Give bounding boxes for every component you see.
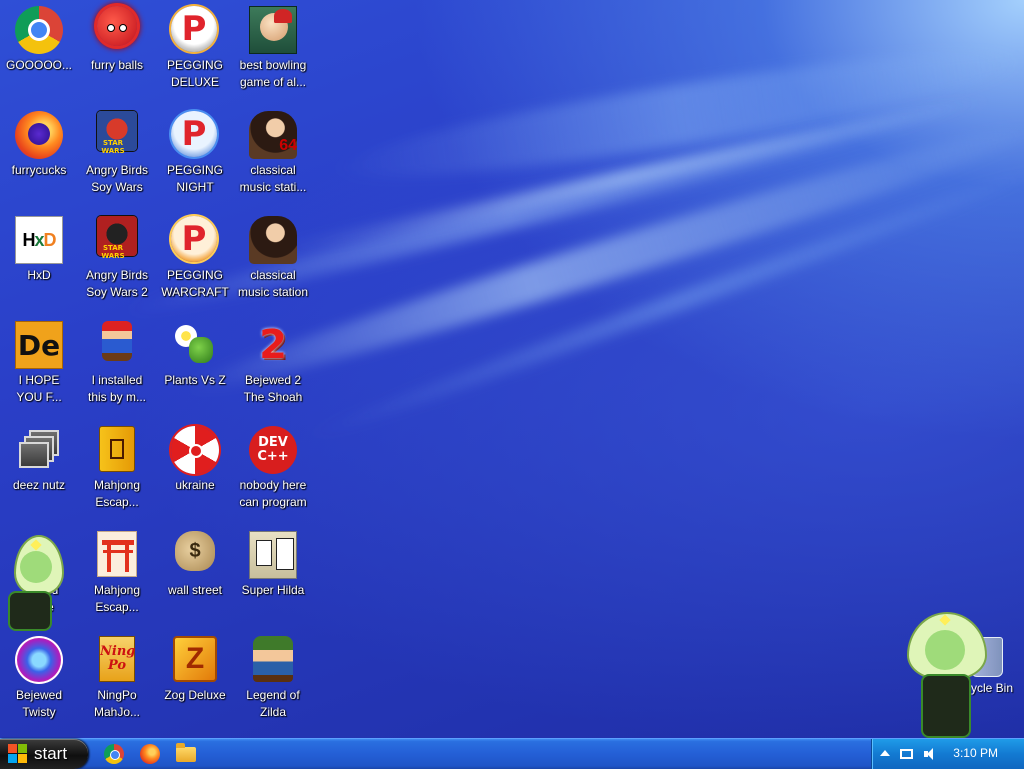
desktop-icon-i-hope[interactable]: De I HOPE YOU F... bbox=[0, 315, 78, 406]
desktop-icon-angry-birds-2[interactable]: STAR WARS Angry Birds Soy Wars 2 bbox=[78, 210, 156, 301]
desktop-icon-label: NingPo MahJo... bbox=[93, 688, 141, 719]
radiation-icon bbox=[171, 426, 219, 474]
desktop-icon-label: nobody here can program bbox=[239, 478, 307, 509]
desktop-icon-label: Angry Birds Soy Wars 2 bbox=[85, 268, 149, 299]
ningpo-icon: Ning Po bbox=[93, 636, 141, 684]
mahjong-icon bbox=[93, 426, 141, 474]
desktop-icon-label: Super Hilda bbox=[241, 583, 305, 597]
desktop-icon-label: Zog Deluxe bbox=[164, 688, 226, 702]
bejeweled-twist-icon bbox=[15, 636, 63, 684]
desktop-icon-label: best bowling game of al... bbox=[239, 58, 307, 89]
desktop-icon-label: Bejewed Twisty bbox=[15, 688, 63, 719]
desktop-icon-label: PEGGING NIGHT bbox=[166, 163, 223, 194]
desktop-icon-deez-nutz[interactable]: deez nutz bbox=[0, 420, 78, 494]
desktop-icon-angry-birds[interactable]: STAR WARS Angry Birds Soy Wars bbox=[78, 105, 156, 196]
desktop-icon-ukraine[interactable]: ukraine bbox=[156, 420, 234, 494]
torii-icon bbox=[93, 531, 141, 579]
desktop-icon-label: classical music stati... bbox=[239, 163, 307, 194]
quicklaunch-firefox-icon[interactable] bbox=[140, 744, 160, 764]
taskbar: start 3:10 PM bbox=[0, 738, 1024, 769]
network-icon[interactable] bbox=[900, 749, 913, 759]
desktop-icon-chrome[interactable]: GOOOOO... bbox=[0, 0, 78, 74]
desktop-icon-label: GOOOOO... bbox=[5, 58, 72, 72]
desktop-icon-hxd[interactable]: HxD HxD bbox=[0, 210, 78, 284]
start-label: start bbox=[34, 744, 68, 763]
desktop-icon-zog-deluxe[interactable]: Z Zog Deluxe bbox=[156, 630, 234, 704]
desktop-icon-pegging-warcraft[interactable]: P PEGGING WARCRAFT bbox=[156, 210, 234, 301]
show-hidden-icons-arrow-icon[interactable] bbox=[880, 750, 890, 756]
desktop-icon-installed[interactable]: I installed this by m... bbox=[78, 315, 156, 406]
peridot-character-right bbox=[905, 608, 987, 738]
desktop-icon-pegging-deluxe[interactable]: P PEGGING DELUXE bbox=[156, 0, 234, 91]
furry-balls-icon bbox=[93, 6, 141, 54]
desktop[interactable]: GOOOOO... furrycucks HxD HxD De I HOPE Y… bbox=[0, 0, 1024, 738]
classical-music-icon bbox=[249, 216, 297, 264]
desktop-icon-mahjong-escape[interactable]: Mahjong Escap... bbox=[78, 420, 156, 511]
de-icon: De bbox=[15, 321, 63, 369]
desktop-icon-furry-balls[interactable]: furry balls bbox=[78, 0, 156, 74]
angry-birds-icon: STAR WARS bbox=[93, 111, 141, 159]
desktop-icon-label: PEGGING DELUXE bbox=[166, 58, 223, 89]
mario-icon bbox=[93, 321, 141, 369]
desktop-icon-wall-street[interactable]: $ wall street bbox=[156, 525, 234, 599]
desktop-icon-label: Angry Birds Soy Wars bbox=[85, 163, 149, 194]
zog-icon: Z bbox=[171, 636, 219, 684]
hxd-icon: HxD bbox=[15, 216, 63, 264]
desktop-icon-label: furrycucks bbox=[11, 163, 67, 177]
desktop-icon-label: PEGGING WARCRAFT bbox=[161, 268, 229, 299]
desktop-icon-label: Mahjong Escap... bbox=[93, 478, 141, 509]
desktop-icon-classical-music-station-64[interactable]: 64 classical music stati... bbox=[234, 105, 312, 196]
desktop-icon-label: I HOPE YOU F... bbox=[16, 373, 62, 404]
windows-logo-icon bbox=[8, 744, 28, 764]
devcpp-icon: DEV C++ bbox=[249, 426, 297, 474]
start-button[interactable]: start bbox=[0, 739, 88, 769]
volume-icon[interactable] bbox=[924, 747, 938, 761]
desktop-icon-devcpp[interactable]: DEV C++ nobody here can program bbox=[234, 420, 312, 511]
peridot-character-left bbox=[0, 535, 70, 635]
desktop-icon-label: wall street bbox=[167, 583, 223, 597]
desktop-icon-label: I installed this by m... bbox=[87, 373, 146, 404]
desktop-icon-label: HxD bbox=[27, 268, 51, 282]
desktop-icon-best-bowling[interactable]: best bowling game of al... bbox=[234, 0, 312, 91]
money-bag-icon: $ bbox=[171, 531, 219, 579]
desktop-icon-label: Bejewed 2 The Shoah bbox=[243, 373, 303, 404]
bowling-icon bbox=[249, 6, 297, 54]
angry-birds-2-icon: STAR WARS bbox=[93, 216, 141, 264]
quicklaunch-chrome-icon[interactable] bbox=[104, 744, 124, 764]
desktop-icon-label: Plants Vs Z bbox=[164, 373, 226, 387]
zilda-icon bbox=[249, 636, 297, 684]
desktop-icon-furrycucks[interactable]: furrycucks bbox=[0, 105, 78, 179]
desktop-icon-label: deez nutz bbox=[12, 478, 66, 492]
super-hilda-icon bbox=[249, 531, 297, 579]
desktop-icon-classical-music-station[interactable]: classical music station bbox=[234, 210, 312, 301]
desktop-icon-label: furry balls bbox=[90, 58, 143, 72]
desktop-icon-bejeweled-twisty[interactable]: Bejewed Twisty bbox=[0, 630, 78, 721]
clock[interactable]: 3:10 PM bbox=[953, 746, 998, 760]
quicklaunch-folder-icon[interactable] bbox=[176, 743, 196, 762]
pegging-night-icon: P bbox=[171, 111, 219, 159]
firefox-icon bbox=[15, 111, 63, 159]
desktop-icon-ningpo[interactable]: Ning Po NingPo MahJo... bbox=[78, 630, 156, 721]
desktop-icon-legend-of-zilda[interactable]: Legend of Zilda bbox=[234, 630, 312, 721]
plants-icon bbox=[171, 321, 219, 369]
classical-music-icon: 64 bbox=[249, 111, 297, 159]
desktop-icon-label: classical music station bbox=[237, 268, 309, 299]
system-tray: 3:10 PM bbox=[871, 739, 1024, 769]
desktop-icon-mahjong-escape-2[interactable]: Mahjong Escap... bbox=[78, 525, 156, 616]
pegging-warcraft-icon: P bbox=[171, 216, 219, 264]
windows-icon bbox=[15, 426, 63, 474]
desktop-icon-bejewed-2[interactable]: 2 Bejewed 2 The Shoah bbox=[234, 315, 312, 406]
desktop-icon-plants-vs-z[interactable]: Plants Vs Z bbox=[156, 315, 234, 389]
chrome-icon bbox=[15, 6, 63, 54]
desktop-icon-pegging-night[interactable]: P PEGGING NIGHT bbox=[156, 105, 234, 196]
pegging-icon: P bbox=[171, 6, 219, 54]
desktop-icon-label: Legend of Zilda bbox=[246, 688, 300, 719]
desktop-icon-label: ukraine bbox=[175, 478, 215, 492]
desktop-icon-label: Mahjong Escap... bbox=[93, 583, 141, 614]
desktop-icon-super-hilda[interactable]: Super Hilda bbox=[234, 525, 312, 599]
bejeweled-2-icon: 2 bbox=[259, 322, 287, 368]
